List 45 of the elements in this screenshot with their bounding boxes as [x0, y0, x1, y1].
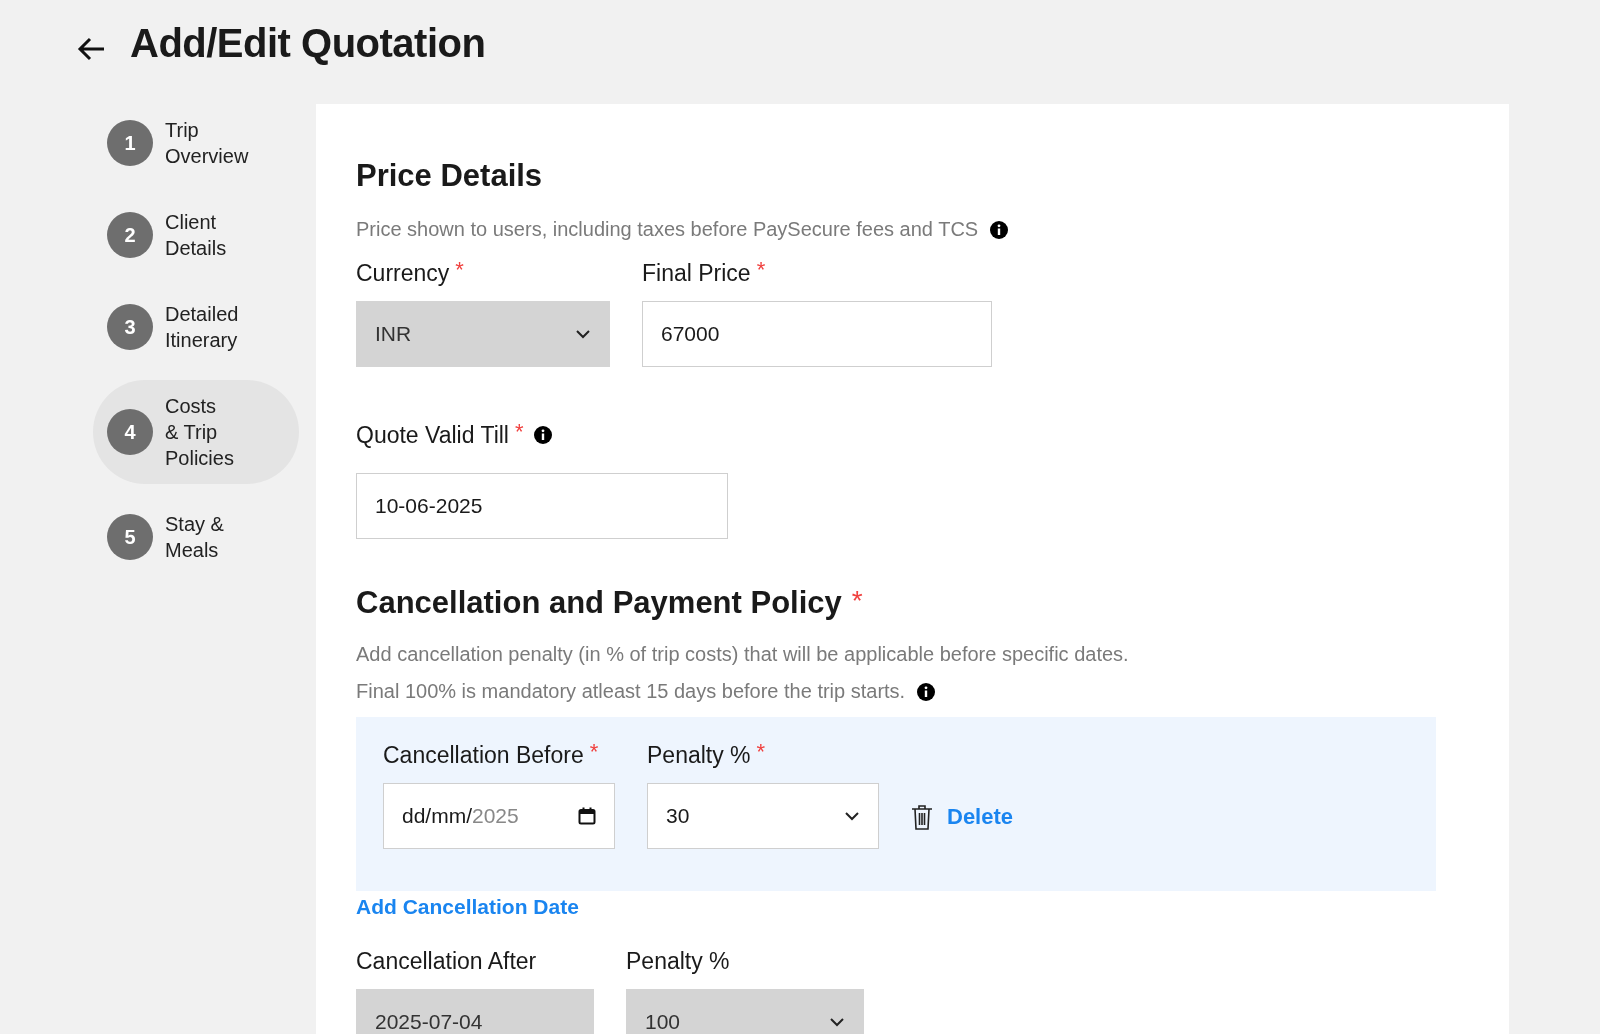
section-title: Cancellation and Payment Policy — [356, 585, 842, 621]
add-cancellation-date-link[interactable]: Add Cancellation Date — [356, 895, 579, 919]
page-title: Add/Edit Quotation — [130, 20, 486, 66]
required-asterisk: * — [851, 585, 863, 617]
field-label: Final Price — [642, 259, 751, 287]
field-label: Cancellation After — [356, 947, 537, 975]
date-field[interactable]: dd/mm/2025 — [383, 783, 615, 849]
section-title: Price Details — [356, 158, 544, 194]
calendar-icon — [578, 807, 596, 825]
step-item[interactable]: 5 Stay & Meals — [93, 498, 299, 576]
chevron-down-icon — [844, 811, 860, 821]
step-number: 1 — [107, 120, 153, 166]
step-item[interactable]: 1 Trip Overview — [93, 104, 299, 182]
hint-text: Final 100% is mandatory atleast 15 days before the trip starts. — [356, 680, 906, 703]
chevron-down-icon — [575, 329, 591, 339]
field-label: Cancellation Before — [383, 741, 584, 769]
field-label: Penalty % — [626, 947, 730, 975]
step-item[interactable]: 3 Detailed Itinerary — [93, 288, 299, 366]
dropdown[interactable]: 30 — [647, 783, 879, 849]
field-label: Currency — [356, 259, 450, 287]
required-asterisk: * — [515, 419, 524, 445]
step-item[interactable]: 4 Costs & Trip Policies — [93, 380, 299, 484]
back-arrow-icon — [76, 36, 106, 62]
required-asterisk: * — [756, 257, 766, 283]
step-item[interactable]: 2 Client Details — [93, 196, 299, 274]
field-label: Quote Valid Till — [356, 421, 509, 449]
step-number: 4 — [107, 409, 153, 455]
hint-text: Price shown to users, including taxes before PaySecure fees and TCS — [356, 218, 979, 241]
input-field[interactable]: 10-06-2025 — [356, 473, 728, 539]
required-asterisk: * — [589, 739, 599, 765]
trash-icon — [911, 804, 933, 830]
step-label: Trip Overview — [165, 118, 249, 169]
step-number: 5 — [107, 514, 153, 560]
input-field[interactable]: 67000 — [642, 301, 992, 367]
step-label: Costs & Trip Policies — [165, 394, 234, 471]
step-label: Stay & Meals — [165, 512, 224, 563]
required-asterisk: * — [455, 257, 464, 283]
hint-text: Add cancellation penalty (in % of trip costs) that will be applicable before specific dates. — [356, 643, 1129, 666]
step-label: Detailed Itinerary — [165, 302, 239, 353]
field-label: Penalty % — [647, 741, 751, 769]
step-number: 3 — [107, 304, 153, 350]
required-asterisk: * — [756, 739, 766, 765]
step-label: Client Details — [165, 210, 227, 261]
step-number: 2 — [107, 212, 153, 258]
chevron-down-icon — [829, 1017, 845, 1027]
